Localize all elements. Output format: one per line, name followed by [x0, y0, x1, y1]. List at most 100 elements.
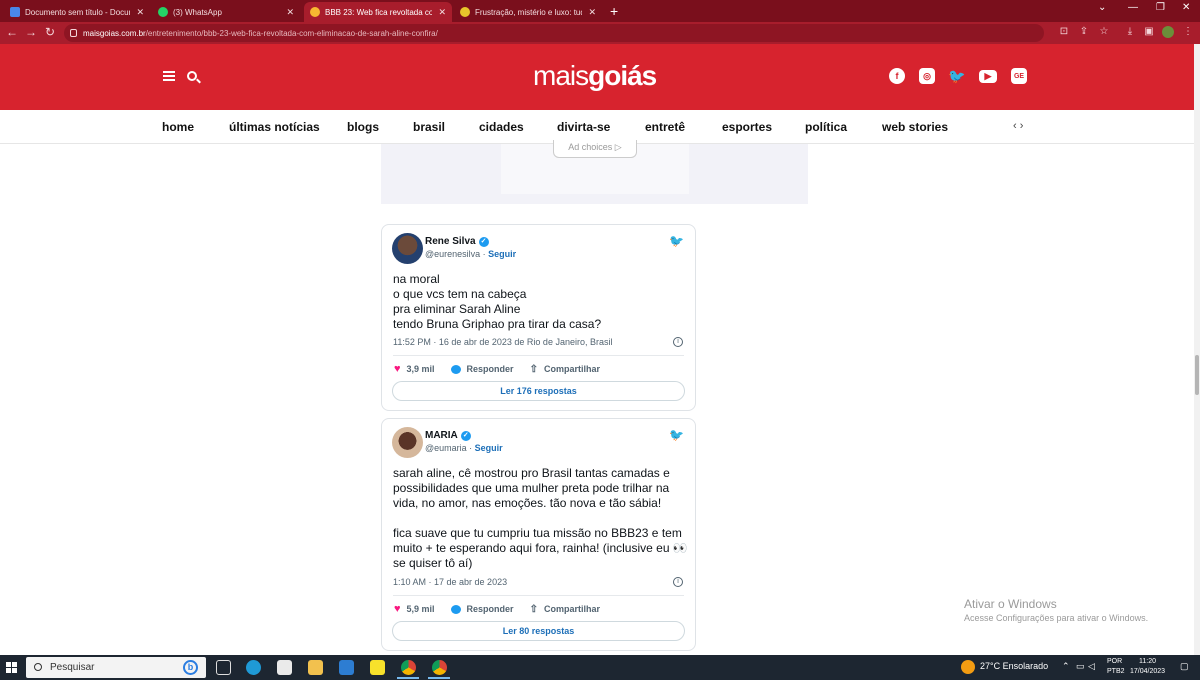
nav-home[interactable]: home [162, 120, 194, 134]
site-logo[interactable]: maisgoiás [533, 60, 657, 92]
browser-toolbar: ← → ↻ maisgoias.com.br /entretenimento/b… [0, 22, 1200, 44]
search-icon[interactable] [187, 71, 197, 81]
nav-cidades[interactable]: cidades [479, 120, 524, 134]
bookmark-star-icon[interactable]: ☆ [1098, 26, 1110, 38]
store-icon[interactable] [277, 660, 292, 675]
close-icon[interactable]: ✕ [286, 7, 294, 18]
minimize-icon[interactable]: — [1128, 2, 1138, 13]
reply-button[interactable]: Responder [450, 364, 514, 374]
menu-dots-icon[interactable]: ⋮ [1182, 26, 1194, 38]
lang-code: POR [1107, 658, 1123, 665]
nav-divirta-se[interactable]: divirta-se [557, 120, 610, 134]
close-icon[interactable]: ✕ [136, 7, 144, 18]
tweet-author-name[interactable]: Rene Silva ✓ [425, 236, 489, 247]
ad-choices-label[interactable]: Ad choices ▷ [553, 140, 637, 158]
address-bar[interactable]: maisgoias.com.br /entretenimento/bbb-23-… [64, 24, 1044, 42]
share-icon[interactable]: ⇪ [1078, 26, 1090, 38]
profile-avatar[interactable] [1162, 26, 1174, 38]
chrome-icon[interactable] [432, 660, 447, 675]
tab-bbb23[interactable]: BBB 23: Web fica revoltada com e ✕ [304, 2, 452, 22]
chrome-icon[interactable] [401, 660, 416, 675]
nav-web-stories[interactable]: web stories [882, 120, 948, 134]
task-view-icon[interactable] [216, 660, 231, 675]
sidepanel-icon[interactable]: ▣ [1143, 26, 1155, 38]
youtube-icon[interactable]: ▶ [979, 70, 997, 83]
handle-text: @eumaria [425, 443, 467, 453]
tab-whatsapp[interactable]: (3) WhatsApp ✕ [152, 2, 300, 22]
weather-text[interactable]: 27°C Ensolarado [980, 661, 1048, 671]
avatar[interactable] [392, 233, 423, 264]
like-button[interactable]: ♥ 5,9 mil [394, 603, 435, 615]
main-nav: home últimas notícias blogs brasil cidad… [0, 110, 1194, 144]
mail-icon[interactable] [339, 660, 354, 675]
notifications-icon[interactable]: ▢ [1180, 661, 1189, 672]
site-header: maisgoiás f ◎ 🐦 ▶ GE [0, 44, 1194, 110]
tweet-handle: @eumaria · Seguir [425, 443, 503, 453]
system-clock[interactable]: 11:20 17/04/2023 [1130, 657, 1165, 677]
url-domain: maisgoias.com.br [83, 28, 146, 38]
nav-brasil[interactable]: brasil [413, 120, 445, 134]
nav-scroll-arrows[interactable]: ‹ › [1013, 120, 1023, 132]
tab-docs[interactable]: Documento sem título - Docume ✕ [4, 2, 150, 22]
tab-label: (3) WhatsApp [173, 7, 222, 17]
scrollbar-thumb[interactable] [1195, 355, 1199, 395]
forward-icon[interactable]: → [25, 25, 37, 39]
close-icon[interactable]: ✕ [438, 7, 446, 18]
close-icon[interactable]: ✕ [588, 7, 596, 18]
read-replies-button[interactable]: Ler 80 respostas [392, 621, 685, 641]
nav-esportes[interactable]: esportes [722, 120, 772, 134]
tweet-timestamp[interactable]: 1:10 AM · 17 de abr de 2023 [393, 577, 507, 587]
tweet-timestamp[interactable]: 11:52 PM · 16 de abr de 2023 de Rio de J… [393, 337, 612, 347]
g1-icon[interactable]: GE [1011, 68, 1027, 84]
info-icon[interactable]: i [673, 337, 683, 347]
heart-icon: ♥ [394, 363, 401, 375]
back-icon[interactable]: ← [6, 25, 18, 39]
nav-entrete[interactable]: entretê [645, 120, 685, 134]
tweet-author-label: MARIA [425, 430, 458, 441]
twitter-bird-icon[interactable]: 🐦 [669, 234, 684, 248]
tweet-author-name[interactable]: MARIA ✓ [425, 430, 471, 441]
reload-icon[interactable]: ↻ [45, 25, 55, 39]
new-tab-button[interactable]: + [610, 3, 618, 19]
file-explorer-icon[interactable] [308, 660, 323, 675]
lang-layout: PTB2 [1107, 668, 1125, 675]
twitter-bird-icon[interactable]: 🐦 [669, 428, 684, 442]
reply-bubble-icon [450, 604, 461, 614]
bing-icon[interactable]: b [183, 660, 198, 675]
page-scrollbar[interactable] [1194, 44, 1200, 655]
info-icon[interactable]: i [673, 577, 683, 587]
restore-icon[interactable]: ❐ [1156, 2, 1165, 13]
facebook-icon[interactable]: f [889, 68, 905, 84]
volume-icon[interactable]: ◁ [1088, 661, 1095, 672]
google-lens-icon[interactable]: ⊡ [1058, 26, 1070, 38]
instagram-icon[interactable]: ◎ [919, 68, 935, 84]
tab-search-icon[interactable]: ⌄ [1098, 2, 1106, 13]
input-language[interactable]: POR PTB2 [1107, 657, 1125, 677]
reply-button[interactable]: Responder [450, 604, 514, 614]
hamburger-menu-icon[interactable] [163, 71, 175, 81]
ad-container: Ad choices ▷ [381, 140, 808, 204]
nav-ultimas-noticias[interactable]: últimas notícias [229, 120, 320, 134]
share-button[interactable]: ⇧ Compartilhar [530, 604, 600, 615]
nav-politica[interactable]: política [805, 120, 847, 134]
like-button[interactable]: ♥ 3,9 mil [394, 363, 435, 375]
taskbar-search-input[interactable]: Pesquisar b [26, 657, 206, 678]
sticky-notes-icon[interactable] [370, 660, 385, 675]
windows-start-icon[interactable] [6, 662, 17, 673]
tray-chevron-icon[interactable]: ⌃ [1062, 661, 1070, 672]
nav-blogs[interactable]: blogs [347, 120, 379, 134]
tab-frustracao[interactable]: Frustração, mistério e luxo: tudo ✕ [454, 2, 602, 22]
follow-link[interactable]: Seguir [488, 249, 516, 259]
edge-icon[interactable] [246, 660, 261, 675]
twitter-icon[interactable]: 🐦 [948, 68, 965, 84]
close-window-icon[interactable]: ✕ [1182, 2, 1190, 13]
download-icon[interactable]: ⤓ [1124, 26, 1136, 38]
follow-link[interactable]: Seguir [475, 443, 503, 453]
read-replies-button[interactable]: Ler 176 respostas [392, 381, 685, 401]
share-button[interactable]: ⇧ Compartilhar [530, 364, 600, 375]
network-icon[interactable]: ▭ [1076, 661, 1085, 672]
share-label: Compartilhar [543, 364, 600, 374]
share-label: Compartilhar [543, 604, 600, 614]
avatar[interactable] [392, 427, 423, 458]
weather-sun-icon[interactable] [961, 660, 975, 674]
